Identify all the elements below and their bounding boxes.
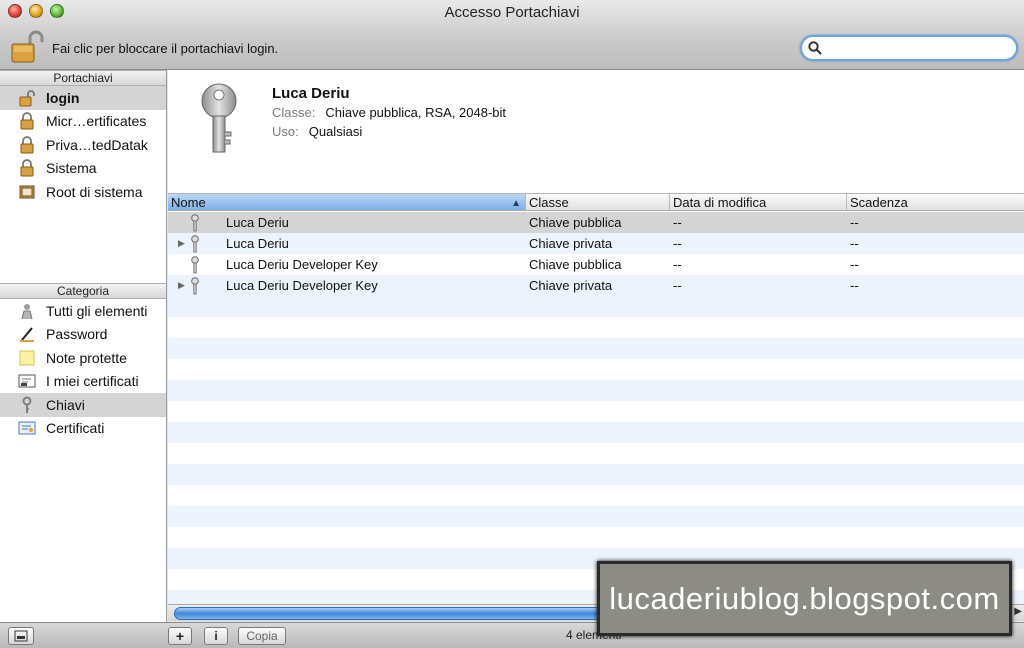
info-button[interactable]: i bbox=[204, 627, 228, 645]
sidebar-item-microsoft-certificates[interactable]: Micr…ertificates bbox=[0, 110, 166, 134]
use-value: Qualsiasi bbox=[308, 124, 363, 139]
disclosure-triangle-icon[interactable]: ▶ bbox=[178, 233, 190, 254]
watermark-label: lucaderiublog.blogspot.com bbox=[597, 561, 1012, 636]
row-class: Chiave pubblica bbox=[529, 257, 622, 272]
category-section: Categoria Tutti gli elementi Password No… bbox=[0, 283, 166, 440]
column-label: Nome bbox=[171, 195, 206, 210]
keychains-header: Portachiavi bbox=[0, 70, 166, 86]
padlock-icon bbox=[18, 135, 36, 154]
copy-button[interactable]: Copia bbox=[238, 627, 286, 645]
class-value: Chiave pubblica, RSA, 2048-bit bbox=[325, 105, 507, 120]
row-class: Chiave privata bbox=[529, 236, 613, 251]
empty-row-stripes bbox=[168, 296, 1024, 604]
use-label: Uso: bbox=[272, 124, 299, 139]
sidebar-item-label: login bbox=[46, 89, 80, 106]
certificate-icon bbox=[18, 419, 36, 437]
sidebar-item-note-protette[interactable]: Note protette bbox=[0, 346, 166, 370]
padlock-icon bbox=[18, 112, 36, 130]
add-item-button[interactable]: + bbox=[168, 627, 192, 645]
table-body: Luca Deriu Chiave pubblica -- -- ▶ Luca D… bbox=[168, 212, 1024, 604]
class-label: Classe: bbox=[272, 105, 316, 120]
table-row[interactable]: Luca Deriu Developer Key Chiave pubblica… bbox=[168, 254, 1024, 275]
key-icon bbox=[194, 82, 244, 159]
column-header-data-di-modifica[interactable]: Data di modifica bbox=[670, 194, 847, 210]
sidebar: Portachiavi login Micr…ertificates Priva… bbox=[0, 70, 167, 622]
sidebar-item-tutti-gli-elementi[interactable]: Tutti gli elementi bbox=[0, 299, 166, 323]
row-modified: -- bbox=[673, 278, 682, 293]
window-titlebar: Accesso Portachiavi Fai clic per bloccar… bbox=[0, 0, 1024, 70]
unlocked-padlock-icon bbox=[18, 89, 36, 107]
row-expiry: -- bbox=[850, 257, 859, 272]
table-header: Nome ▲ Classe Data di modifica Scadenza bbox=[168, 194, 1024, 211]
table-row[interactable]: Luca Deriu Chiave pubblica -- -- bbox=[168, 212, 1024, 233]
sidebar-item-chiavi[interactable]: Chiavi bbox=[0, 393, 166, 417]
search-icon bbox=[808, 41, 822, 55]
item-class-line: Classe: Chiave pubblica, RSA, 2048-bit bbox=[272, 105, 506, 120]
search-field[interactable] bbox=[800, 35, 1018, 61]
note-icon bbox=[18, 349, 36, 367]
sort-ascending-icon: ▲ bbox=[511, 198, 521, 209]
column-header-scadenza[interactable]: Scadenza bbox=[847, 194, 1024, 210]
row-expiry: -- bbox=[850, 236, 859, 251]
sidebar-item-label: Certificati bbox=[46, 420, 105, 437]
item-use-line: Uso: Qualsiasi bbox=[272, 124, 362, 139]
row-name: Luca Deriu bbox=[226, 236, 289, 251]
row-name: Luca Deriu bbox=[226, 215, 289, 230]
sidebar-item-private-data[interactable]: Priva…tedDatak bbox=[0, 133, 166, 157]
column-header-nome[interactable]: Nome ▲ bbox=[168, 194, 526, 210]
item-name: Luca Deriu bbox=[272, 85, 350, 102]
sidebar-item-label: Tutti gli elementi bbox=[46, 302, 148, 319]
sidebar-item-sistema[interactable]: Sistema bbox=[0, 157, 166, 181]
row-expiry: -- bbox=[850, 278, 859, 293]
sidebar-item-root-di-sistema[interactable]: Root di sistema bbox=[0, 180, 166, 204]
sidebar-item-i-miei-certificati[interactable]: I miei certificati bbox=[0, 370, 166, 394]
sidebar-item-label: Micr…ertificates bbox=[46, 113, 147, 130]
table-row[interactable]: ▶ Luca Deriu Developer Key Chiave privata… bbox=[168, 275, 1024, 296]
unlocked-padlock-icon[interactable] bbox=[10, 30, 44, 64]
item-details-pane: Luca Deriu Classe: Chiave pubblica, RSA, … bbox=[168, 70, 1024, 194]
key-icon bbox=[190, 213, 206, 232]
row-name: Luca Deriu Developer Key bbox=[226, 257, 378, 272]
key-icon bbox=[190, 276, 206, 295]
row-class: Chiave pubblica bbox=[529, 215, 622, 230]
sidebar-item-certificati[interactable]: Certificati bbox=[0, 417, 166, 441]
sidebar-item-label: Root di sistema bbox=[46, 183, 143, 200]
row-modified: -- bbox=[673, 236, 682, 251]
key-icon bbox=[190, 234, 206, 253]
key-icon bbox=[190, 255, 206, 274]
sidebar-item-password[interactable]: Password bbox=[0, 323, 166, 347]
people-icon bbox=[18, 302, 36, 320]
lock-status-text[interactable]: Fai clic per bloccare il portachiavi log… bbox=[52, 41, 278, 56]
window-title: Accesso Portachiavi bbox=[444, 4, 580, 21]
row-name: Luca Deriu Developer Key bbox=[226, 278, 378, 293]
column-header-classe[interactable]: Classe bbox=[526, 194, 670, 210]
certificate-icon bbox=[18, 372, 36, 390]
sidebar-item-label: Note protette bbox=[46, 349, 127, 366]
sidebar-item-label: Password bbox=[46, 326, 108, 343]
padlock-icon bbox=[18, 159, 36, 177]
table-row[interactable]: ▶ Luca Deriu Chiave privata -- -- bbox=[168, 233, 1024, 254]
cabinet-icon bbox=[18, 183, 36, 201]
sidebar-item-label: Chiavi bbox=[46, 396, 85, 413]
show-keychains-button[interactable] bbox=[8, 627, 34, 645]
sidebar-item-label: Priva…tedDatak bbox=[46, 136, 148, 153]
sidebar-item-login[interactable]: login bbox=[0, 86, 166, 110]
disclosure-triangle-icon[interactable]: ▶ bbox=[178, 275, 190, 296]
row-modified: -- bbox=[673, 257, 682, 272]
row-modified: -- bbox=[673, 215, 682, 230]
pencil-icon bbox=[18, 325, 36, 343]
sidebar-item-label: Sistema bbox=[46, 160, 97, 177]
scroll-right-arrow-icon[interactable]: ▶ bbox=[1014, 606, 1022, 617]
row-expiry: -- bbox=[850, 215, 859, 230]
row-class: Chiave privata bbox=[529, 278, 613, 293]
key-icon bbox=[18, 396, 36, 414]
sidebar-toggle-icon bbox=[14, 630, 28, 642]
category-header: Categoria bbox=[0, 283, 166, 299]
sidebar-item-label: I miei certificati bbox=[46, 373, 139, 390]
keys-table: Nome ▲ Classe Data di modifica Scadenza L… bbox=[168, 194, 1024, 604]
